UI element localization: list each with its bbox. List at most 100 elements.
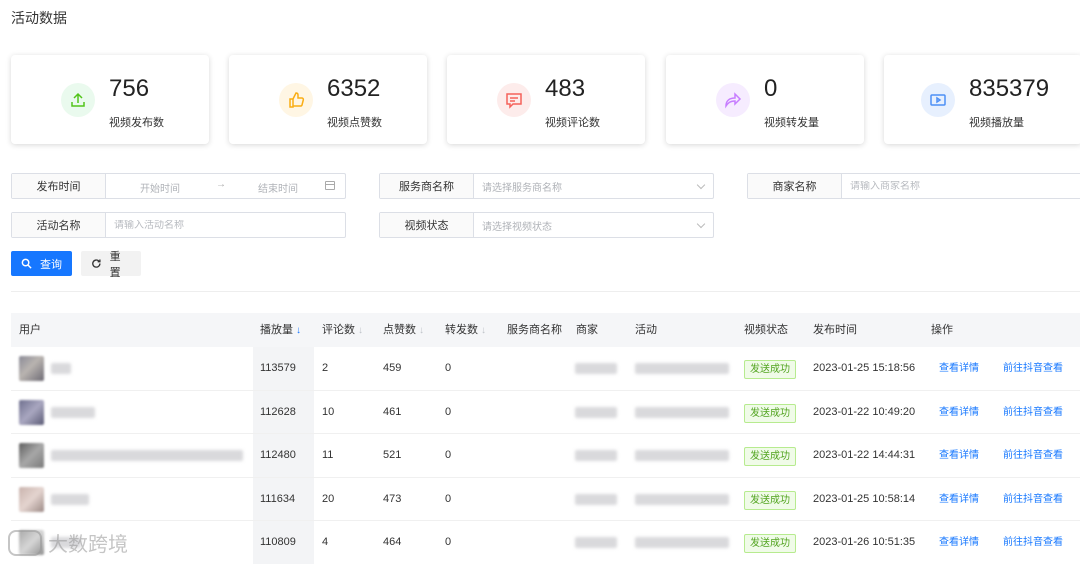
divider <box>11 291 1080 292</box>
table-row: 111634 20 473 0 发送成功 2023-01-25 10:58:14… <box>11 478 1080 521</box>
open-douyin-link[interactable]: 前往抖音查看 <box>1003 478 1063 521</box>
col-comments[interactable]: 评论数 ↓ <box>322 313 363 347</box>
open-douyin-link[interactable]: 前往抖音查看 <box>1003 347 1063 390</box>
cell-likes: 459 <box>383 362 402 374</box>
merchant-label: 商家名称 <box>748 174 842 198</box>
activity-filter: 活动名称 <box>11 212 346 238</box>
status-badge: 发送成功 <box>744 403 796 423</box>
cell-likes: 461 <box>383 405 402 418</box>
cell-shares: 0 <box>445 492 452 505</box>
stat-value: 756 <box>109 75 150 102</box>
sort-icon[interactable]: ↓ <box>481 325 486 336</box>
avatar <box>19 356 44 381</box>
status-badge: 发送成功 <box>744 490 796 510</box>
open-douyin-link[interactable]: 前往抖音查看 <box>1003 434 1063 477</box>
blurred-activity <box>635 406 729 418</box>
blurred-merchant <box>575 537 617 548</box>
col-likes[interactable]: 点赞数 ↓ <box>383 313 424 347</box>
activity-label: 活动名称 <box>12 213 106 237</box>
cell-publish-time: 2023-01-22 10:49:20 <box>813 405 916 418</box>
blurred-activity <box>635 450 729 461</box>
cell-publish-time: 2023-01-22 14:44:31 <box>813 449 916 461</box>
calendar-icon[interactable] <box>325 181 335 190</box>
watermark-logo-icon <box>8 529 42 556</box>
blurred-activity <box>635 493 729 505</box>
activity-input[interactable] <box>114 219 345 231</box>
cell-comments: 2 <box>322 362 329 374</box>
blurred-merchant <box>575 406 617 418</box>
sort-icon[interactable]: ↓ <box>419 325 424 336</box>
avatar <box>19 399 44 425</box>
stat-card-video-likes: 6352 视频点赞数 <box>229 55 427 144</box>
stat-label: 视频播放量 <box>969 117 1024 129</box>
stat-card-video-shares: 0 视频转发量 <box>666 55 864 144</box>
share-icon <box>716 83 750 117</box>
cell-plays: 110809 <box>260 536 296 548</box>
sort-icon[interactable]: ↓ <box>358 325 363 336</box>
col-likes-label: 点赞数 <box>383 324 416 336</box>
stat-label: 视频转发量 <box>764 117 819 129</box>
service-provider-select[interactable]: 请选择服务商名称 <box>474 174 713 198</box>
view-detail-link[interactable]: 查看详情 <box>939 391 979 434</box>
table-row: 113579 2 459 0 发送成功 2023-01-25 15:18:56 … <box>11 347 1080 391</box>
blurred-username <box>51 450 243 461</box>
video-status-filter: 视频状态 请选择视频状态 <box>379 212 714 238</box>
activity-data-table: 用户 播放量 ↓ 评论数 ↓ 点赞数 ↓ 转发数 ↓ 服务商名称 商家 活动 视频状态 … <box>11 313 1080 564</box>
stat-value: 835379 <box>969 75 1050 102</box>
cell-likes: 464 <box>383 536 402 548</box>
reset-button-label: 重置 <box>109 250 121 279</box>
merchant-filter: 商家名称 <box>747 173 1080 199</box>
open-douyin-link[interactable]: 前往抖音查看 <box>1003 391 1063 434</box>
stat-card-video-comments: 483 视频评论数 <box>447 55 645 144</box>
stat-value: 483 <box>545 75 586 102</box>
col-actions: 操作 <box>931 324 953 336</box>
video-status-placeholder: 请选择视频状态 <box>482 221 552 233</box>
sort-down-icon[interactable]: ↓ <box>296 325 301 336</box>
merchant-input[interactable] <box>850 180 1080 192</box>
query-button-label: 查询 <box>40 258 62 271</box>
col-service-provider: 服务商名称 <box>507 324 562 336</box>
reset-button[interactable]: 重置 <box>81 251 141 279</box>
col-publish-time: 发布时间 <box>813 324 857 336</box>
avatar <box>19 443 44 468</box>
blurred-merchant <box>575 450 617 461</box>
cell-publish-time: 2023-01-26 10:51:35 <box>813 536 916 548</box>
chevron-down-icon <box>696 219 706 229</box>
arrow-right-icon: → <box>216 179 226 190</box>
col-status: 视频状态 <box>744 324 788 336</box>
cell-comments: 10 <box>322 405 335 418</box>
cell-publish-time: 2023-01-25 10:58:14 <box>813 492 916 505</box>
cell-shares: 0 <box>445 362 452 374</box>
service-provider-label: 服务商名称 <box>380 174 474 198</box>
video-status-select[interactable]: 请选择视频状态 <box>474 213 713 237</box>
video-icon <box>921 83 955 117</box>
avatar <box>19 486 44 512</box>
watermark-text: 大数跨境 <box>48 534 128 556</box>
col-user: 用户 <box>19 324 41 336</box>
view-detail-link[interactable]: 查看详情 <box>939 521 979 564</box>
cell-comments: 4 <box>322 536 329 548</box>
col-plays[interactable]: 播放量 ↓ <box>260 313 301 347</box>
page-title: 活动数据 <box>11 10 67 26</box>
col-shares[interactable]: 转发数 ↓ <box>445 313 486 347</box>
date-range-picker[interactable]: 开始时间 → 结束时间 <box>106 174 345 198</box>
blurred-username <box>51 363 71 374</box>
blurred-username <box>51 493 89 505</box>
stat-card-video-publish: 756 视频发布数 <box>11 55 209 144</box>
cell-plays: 111634 <box>260 492 296 505</box>
blurred-merchant <box>575 363 617 374</box>
table-header: 用户 播放量 ↓ 评论数 ↓ 点赞数 ↓ 转发数 ↓ 服务商名称 商家 活动 视频状态 … <box>11 313 1080 347</box>
status-badge: 发送成功 <box>744 447 796 466</box>
stat-card-video-plays: 835379 视频播放量 <box>884 55 1080 144</box>
view-detail-link[interactable]: 查看详情 <box>939 434 979 477</box>
start-date-input[interactable]: 开始时间 <box>140 180 180 195</box>
open-douyin-link[interactable]: 前往抖音查看 <box>1003 521 1063 564</box>
upload-icon <box>61 83 95 117</box>
view-detail-link[interactable]: 查看详情 <box>939 347 979 390</box>
service-provider-placeholder: 请选择服务商名称 <box>482 182 562 194</box>
view-detail-link[interactable]: 查看详情 <box>939 478 979 521</box>
end-date-input[interactable]: 结束时间 <box>258 180 298 195</box>
stat-value: 0 <box>764 75 778 102</box>
cell-comments: 20 <box>322 492 335 505</box>
query-button[interactable]: 查询 <box>11 251 72 276</box>
